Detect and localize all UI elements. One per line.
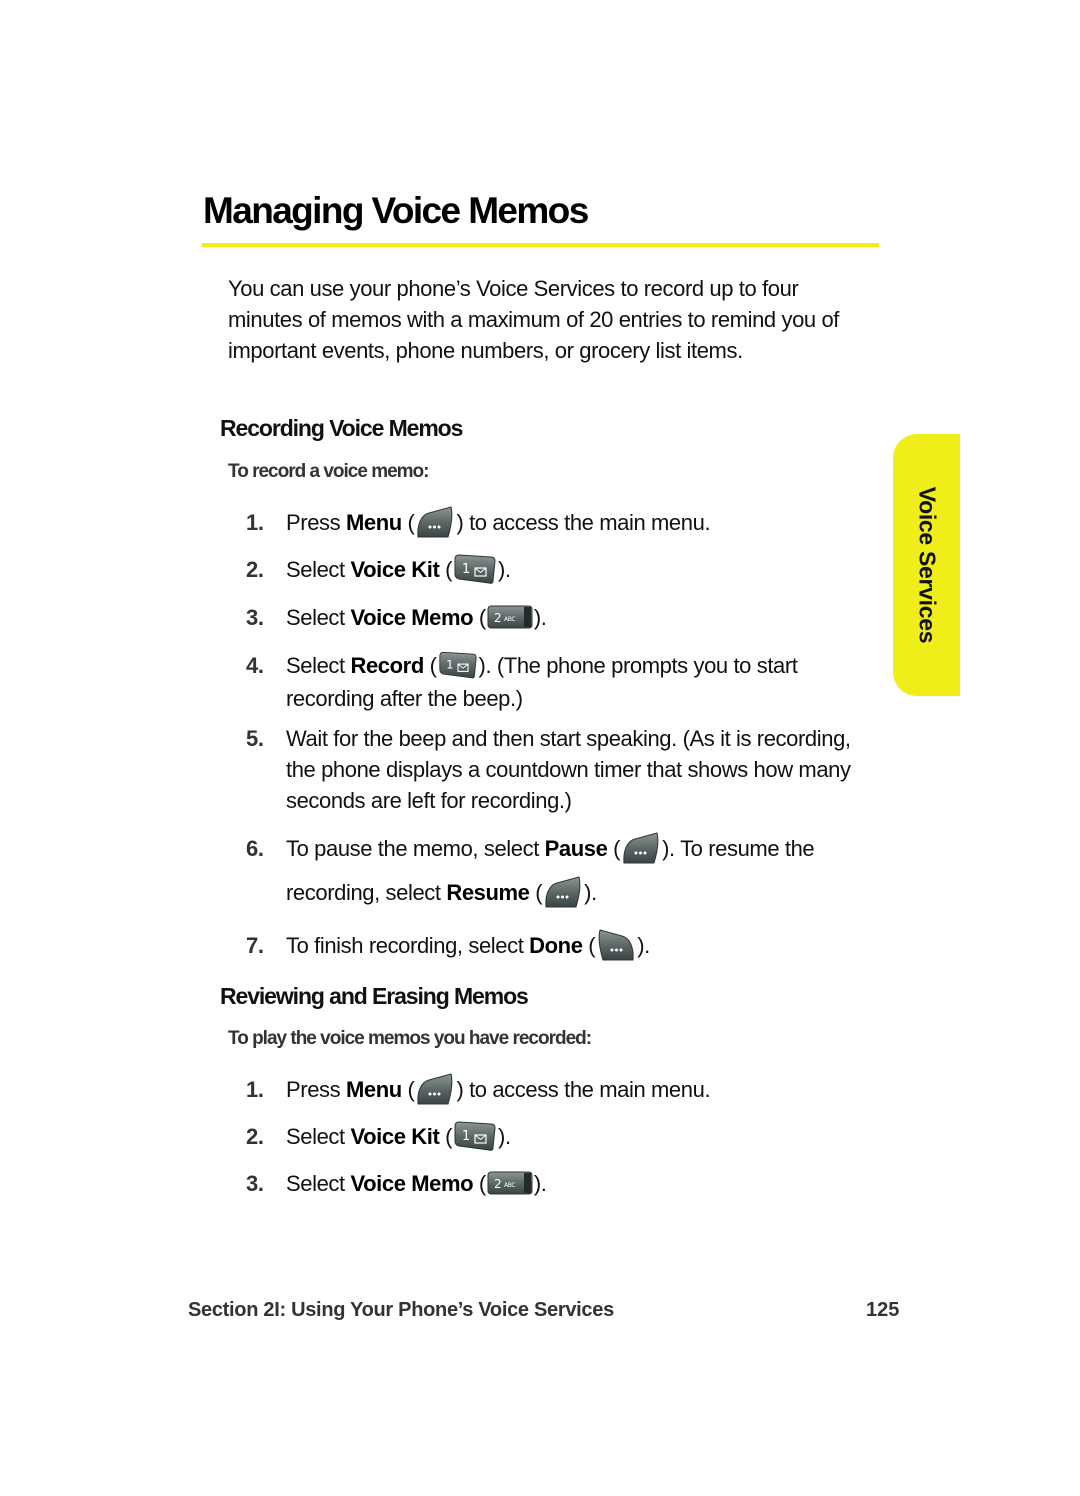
step-text: Select [286,1171,351,1196]
recording-heading: Recording Voice Memos [220,415,463,441]
svg-text:ABC: ABC [504,616,515,623]
recording-subheading: To record a voice memo: [228,461,429,482]
step-text: Select [286,1124,351,1149]
step-text: ). [637,933,650,958]
svg-text:2: 2 [494,611,501,625]
left-softkey-icon [543,875,583,909]
record-label: Record [350,653,424,678]
svg-text:1: 1 [446,658,453,672]
step-number: 3. [246,1171,264,1196]
side-tab-label: Voice Services [914,486,940,644]
section-side-tab: Voice Services [893,434,960,696]
step-text: To finish recording, select [286,933,530,958]
step-text: ( [529,880,543,905]
voice-kit-label: Voice Kit [350,1124,440,1149]
step-number: 1. [246,510,264,535]
menu-softkey-icon [415,505,455,539]
step-text: Select [286,605,351,630]
key-1-icon: 1 [453,1120,497,1152]
step-text: ). [498,1124,511,1149]
step-text: ( [439,1124,453,1149]
title-rule [202,243,879,247]
done-label: Done [529,933,583,958]
step-text: ). [498,557,511,582]
step-text: ). [584,880,597,905]
step-text: Press [286,510,346,535]
step-number: 5. [246,726,264,751]
step-text: ( [582,933,596,958]
step-number: 1. [246,1077,264,1102]
step-number: 2. [246,557,264,582]
key-2-abc-icon: 2 ABC [487,1170,533,1196]
step-text: ( [473,1171,486,1196]
pause-label: Pause [544,836,608,861]
step-text: ). [533,605,547,630]
resume-label: Resume [446,880,530,905]
voice-kit-label: Voice Kit [350,557,440,582]
step-text: Press [286,1077,346,1102]
step-number: 7. [246,933,264,958]
page-number: 125 [866,1299,900,1321]
voice-memo-label: Voice Memo [350,1171,474,1196]
svg-text:1: 1 [462,562,470,577]
menu-label: Menu [345,1077,402,1102]
intro-paragraph: You can use your phone’s Voice Services … [228,276,840,363]
step-text: ( [423,653,437,678]
step-number: 2. [246,1124,264,1149]
menu-softkey-icon [415,1072,455,1106]
step-text: Select [286,557,351,582]
key-1-icon: 1 [453,553,497,585]
step-text: Select [286,653,351,678]
step-text: To pause the memo, select [286,836,545,861]
step-number: 4. [246,653,264,678]
step-text: ) to access the main menu. [456,510,711,535]
step-text: ( [401,510,415,535]
menu-label: Menu [345,510,402,535]
step-text: ( [473,605,486,630]
right-softkey-icon [596,928,636,962]
step-text: ( [439,557,453,582]
step-text: Wait for the beep and then start speakin… [286,726,851,813]
step-text: ). [533,1171,547,1196]
step-text: ) to access the main menu. [456,1077,711,1102]
reviewing-subheading: To play the voice memos you have recorde… [228,1028,592,1049]
step-text: ( [401,1077,415,1102]
left-softkey-icon [621,831,661,865]
reviewing-heading: Reviewing and Erasing Memos [220,983,529,1009]
page-title: Managing Voice Memos [203,190,589,231]
svg-text:2: 2 [494,1177,501,1191]
voice-memo-label: Voice Memo [350,605,474,630]
footer-section-title: Section 2I: Using Your Phone’s Voice Ser… [188,1299,614,1321]
svg-text:ABC: ABC [504,1182,515,1189]
step-number: 3. [246,605,264,630]
step-number: 6. [246,836,264,861]
step-text: ( [607,836,621,861]
svg-text:1: 1 [462,1129,470,1144]
key-1-icon: 1 [438,649,478,681]
key-2-abc-icon: 2 ABC [487,604,533,630]
